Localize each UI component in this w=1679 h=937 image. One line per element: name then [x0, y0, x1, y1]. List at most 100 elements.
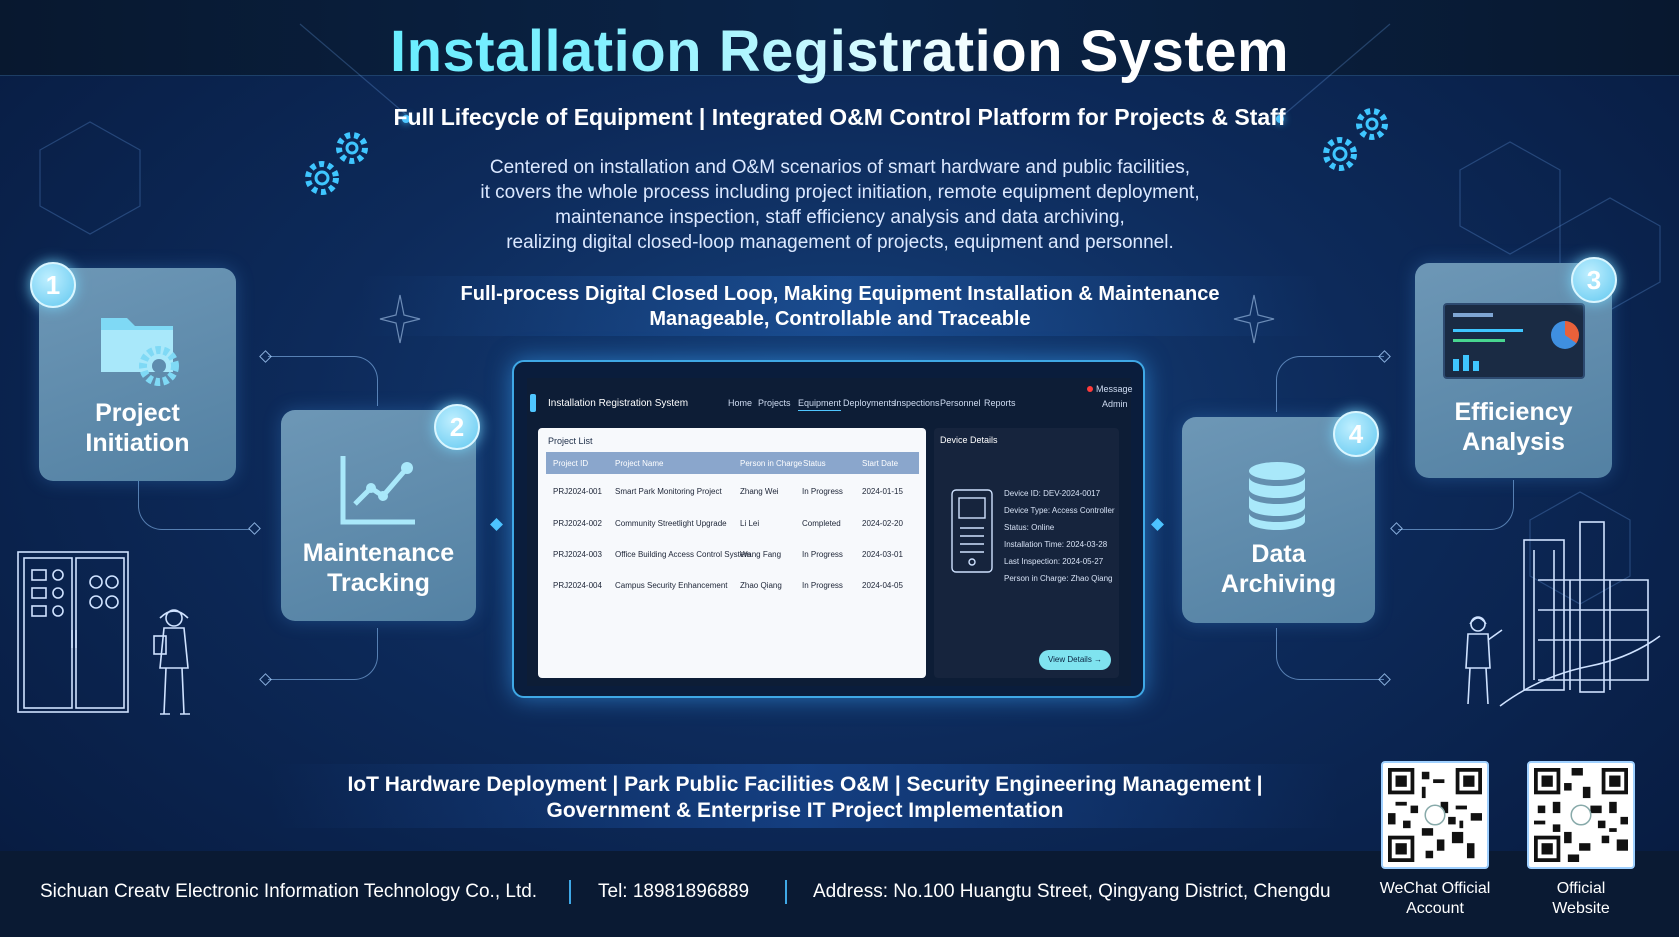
- app-title: Installation Registration System: [548, 398, 689, 409]
- scenario-line: IoT Hardware Deployment | Park Public Fa…: [347, 773, 1263, 796]
- cell-project-id: PRJ2024-002: [553, 519, 602, 528]
- device-status: Status: Online: [1004, 523, 1055, 532]
- message-dot-icon: [1087, 386, 1093, 392]
- column-header: Person in Charge: [740, 459, 803, 468]
- device-person-in-charge: Person in Charge: Zhao Qiang: [1004, 574, 1113, 583]
- cell-start-date: 2024-02-20: [862, 519, 903, 528]
- wechat-qr-label: WeChat Official Account: [1379, 880, 1491, 917]
- cell-start-date: 2024-01-15: [862, 487, 903, 496]
- module-label: Archiving: [1220, 570, 1337, 598]
- connector-line: [1276, 356, 1384, 412]
- access-controller-icon: [951, 489, 993, 573]
- gears-icon: [305, 132, 368, 195]
- nav-inspections[interactable]: Inspections: [894, 398, 940, 408]
- cell-project-name: Community Streetlight Upgrade: [615, 519, 727, 528]
- database-icon: [1249, 462, 1305, 530]
- step-badge-3: 3: [1571, 257, 1617, 303]
- module-label: Initiation: [85, 429, 190, 457]
- column-header: Project ID: [553, 459, 589, 468]
- footer-divider: [569, 880, 571, 904]
- footer-divider: [785, 880, 787, 904]
- wechat-qr-code[interactable]: [1381, 761, 1489, 869]
- cabinet-worker-illustration: [17, 551, 190, 715]
- nav-personnel[interactable]: Personnel: [940, 398, 981, 408]
- step-badge-1: 1: [30, 262, 76, 308]
- description-line: maintenance inspection, staff efficiency…: [555, 207, 1125, 228]
- module-label: Analysis: [1462, 428, 1565, 456]
- cell-project-name: Smart Park Monitoring Project: [615, 487, 722, 496]
- project-list-title: Project List: [548, 436, 593, 446]
- cell-person: Wang Fang: [740, 550, 782, 559]
- dashboard-icon: [1443, 303, 1585, 379]
- tagline-line: Full-process Digital Closed Loop, Making…: [460, 283, 1220, 305]
- nav-projects[interactable]: Projects: [758, 398, 791, 408]
- cell-status: In Progress: [802, 550, 843, 559]
- line-chart-icon: [340, 456, 415, 525]
- device-type: Device Type: Access Controller: [1004, 506, 1115, 515]
- building-worker-illustration: [1465, 521, 1661, 707]
- column-header: Project Name: [615, 459, 664, 468]
- company-name: Sichuan Creatv Electronic Information Te…: [40, 881, 538, 902]
- connector-line: [138, 478, 250, 530]
- nav-home[interactable]: Home: [728, 398, 752, 408]
- installation-time: Installation Time: 2024-03-28: [1004, 540, 1108, 549]
- cell-status: In Progress: [802, 581, 843, 590]
- cell-status: Completed: [802, 519, 841, 528]
- module-label: Tracking: [327, 569, 430, 597]
- description-line: realizing digital closed-loop management…: [506, 232, 1174, 253]
- message-link[interactable]: Message: [1096, 384, 1133, 394]
- page-title: Installation Registration System: [0, 18, 1679, 85]
- connector-line: [268, 356, 378, 406]
- table-row[interactable]: PRJ2024-001 Smart Park Monitoring Projec…: [546, 482, 919, 510]
- cell-start-date: 2024-04-05: [862, 581, 903, 590]
- connector-line: [1276, 628, 1384, 680]
- app-logo: [530, 394, 536, 412]
- user-menu[interactable]: Admin: [1102, 399, 1128, 409]
- nav-reports[interactable]: Reports: [984, 398, 1016, 408]
- device-id: Device ID: DEV-2024-0017: [1004, 489, 1101, 498]
- cell-status: In Progress: [802, 487, 843, 496]
- qr-code-icon: [1534, 768, 1628, 862]
- nav-equipment[interactable]: Equipment: [798, 398, 842, 411]
- cell-person: Zhang Wei: [740, 487, 779, 496]
- module-label: Data: [1251, 540, 1306, 568]
- step-badge-4: 4: [1333, 411, 1379, 457]
- cell-person: Li Lei: [740, 519, 760, 528]
- connector-line: [268, 628, 378, 680]
- folder-gear-icon: [101, 318, 179, 386]
- cell-project-id: PRJ2024-004: [553, 581, 602, 590]
- cell-project-id: PRJ2024-001: [553, 487, 602, 496]
- scenario-line: Government & Enterprise IT Project Imple…: [546, 799, 1064, 822]
- cell-start-date: 2024-03-01: [862, 550, 903, 559]
- table-row[interactable]: PRJ2024-004 Campus Security Enhancement …: [546, 576, 919, 604]
- column-header: Start Date: [862, 459, 899, 468]
- page-subtitle: Full Lifecycle of Equipment | Integrated…: [393, 104, 1286, 130]
- step-badge-2: 2: [434, 404, 480, 450]
- tagline-line: Manageable, Controllable and Traceable: [649, 308, 1031, 330]
- table-row[interactable]: PRJ2024-003 Office Building Access Contr…: [546, 545, 919, 573]
- cell-project-name: Campus Security Enhancement: [615, 581, 728, 590]
- cell-project-name: Office Building Access Control System: [615, 550, 751, 559]
- company-address: Address: No.100 Huangtu Street, Qingyang…: [813, 881, 1331, 902]
- website-qr-label: Official Website: [1552, 880, 1610, 917]
- gears-icon: [1323, 108, 1388, 171]
- view-details-button[interactable]: View Details →: [1039, 650, 1111, 670]
- device-details-title: Device Details: [940, 435, 998, 445]
- description-line: it covers the whole process including pr…: [480, 182, 1200, 203]
- intro-description: Centered on installation and O&M scenari…: [420, 155, 1260, 255]
- last-inspection: Last Inspection: 2024-05-27: [1004, 557, 1104, 566]
- module-label: Maintenance: [302, 539, 455, 567]
- module-label: Efficiency: [1454, 398, 1573, 426]
- module-label: Project: [95, 399, 180, 427]
- cell-person: Zhao Qiang: [740, 581, 782, 590]
- table-row[interactable]: PRJ2024-002 Community Streetlight Upgrad…: [546, 514, 919, 542]
- description-line: Centered on installation and O&M scenari…: [489, 157, 1191, 178]
- column-header: Status: [803, 459, 826, 468]
- tagline: Full-process Digital Closed Loop, Making…: [360, 282, 1320, 332]
- phone-number: Tel: 18981896889: [598, 881, 750, 902]
- website-qr-code[interactable]: [1527, 761, 1635, 869]
- qr-code-icon: [1388, 768, 1482, 862]
- application-scenarios: IoT Hardware Deployment | Park Public Fa…: [270, 772, 1340, 824]
- cell-project-id: PRJ2024-003: [553, 550, 602, 559]
- nav-deployments[interactable]: Deployments: [843, 398, 896, 408]
